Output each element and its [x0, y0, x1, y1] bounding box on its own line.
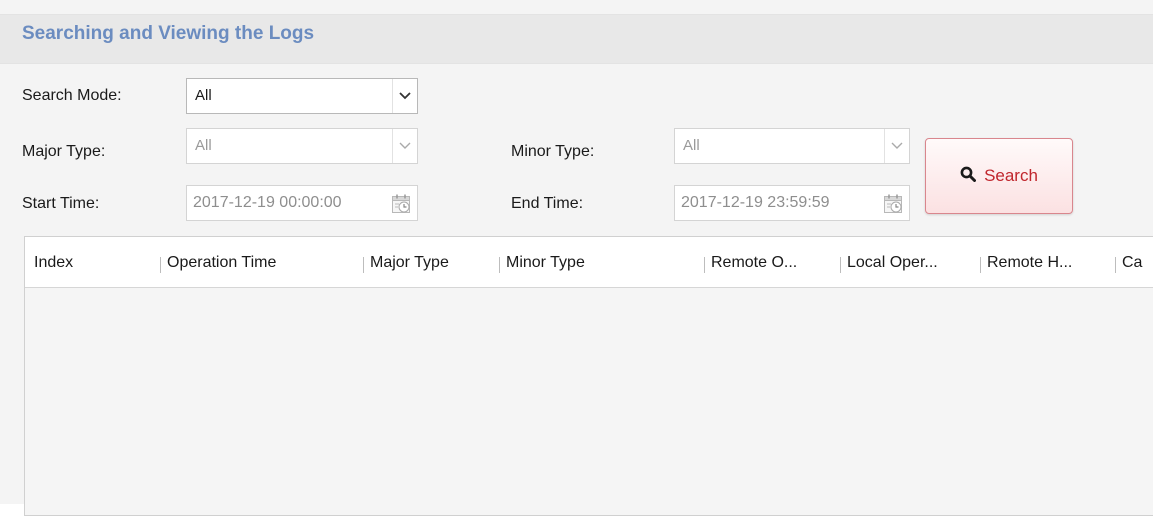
chevron-down-icon[interactable]: [392, 79, 417, 113]
major-type-label: Major Type:: [22, 143, 106, 160]
column-separator[interactable]: [160, 257, 161, 273]
column-header-index[interactable]: Index: [34, 254, 73, 272]
calendar-icon[interactable]: [883, 193, 905, 215]
chevron-down-icon[interactable]: [392, 129, 417, 163]
column-header-remote-operator[interactable]: Remote O...: [711, 254, 797, 272]
table-header: Index Operation Time Major Type Minor Ty…: [25, 237, 1153, 288]
column-separator[interactable]: [840, 257, 841, 273]
column-header-minor-type[interactable]: Minor Type: [506, 254, 585, 272]
search-button[interactable]: Search: [925, 138, 1073, 214]
column-separator[interactable]: [980, 257, 981, 273]
search-mode-select[interactable]: All: [186, 78, 418, 114]
search-button-label: Search: [984, 166, 1038, 185]
minor-type-label: Minor Type:: [511, 143, 595, 160]
title-bar: Searching and Viewing the Logs: [0, 14, 1153, 64]
page-title: Searching and Viewing the Logs: [22, 23, 315, 44]
table-body: [25, 288, 1153, 515]
major-type-value: All: [195, 137, 212, 154]
end-time-field[interactable]: 2017-12-19 23:59:59: [674, 185, 910, 221]
column-header-operation-time[interactable]: Operation Time: [167, 254, 276, 272]
minor-type-value: All: [683, 137, 700, 154]
column-header-camera[interactable]: Ca: [1122, 254, 1142, 272]
column-header-remote-host[interactable]: Remote H...: [987, 254, 1072, 272]
end-time-label: End Time:: [511, 195, 584, 212]
major-type-select[interactable]: All: [186, 128, 418, 164]
column-header-local-operator[interactable]: Local Oper...: [847, 254, 938, 272]
column-separator[interactable]: [499, 257, 500, 273]
start-time-value: 2017-12-19 00:00:00: [193, 194, 342, 211]
search-icon: [960, 166, 977, 187]
log-search-panel: Searching and Viewing the Logs Search Mo…: [0, 0, 1153, 516]
log-table: Index Operation Time Major Type Minor Ty…: [24, 236, 1153, 516]
calendar-icon[interactable]: [391, 193, 413, 215]
search-mode-label: Search Mode:: [22, 87, 122, 104]
column-separator[interactable]: [363, 257, 364, 273]
minor-type-select[interactable]: All: [674, 128, 910, 164]
column-separator[interactable]: [704, 257, 705, 273]
end-time-value: 2017-12-19 23:59:59: [681, 194, 830, 211]
column-header-major-type[interactable]: Major Type: [370, 254, 449, 272]
column-separator[interactable]: [1115, 257, 1116, 273]
chevron-down-icon[interactable]: [884, 129, 909, 163]
start-time-field[interactable]: 2017-12-19 00:00:00: [186, 185, 418, 221]
search-mode-value: All: [195, 87, 212, 104]
start-time-label: Start Time:: [22, 195, 100, 212]
